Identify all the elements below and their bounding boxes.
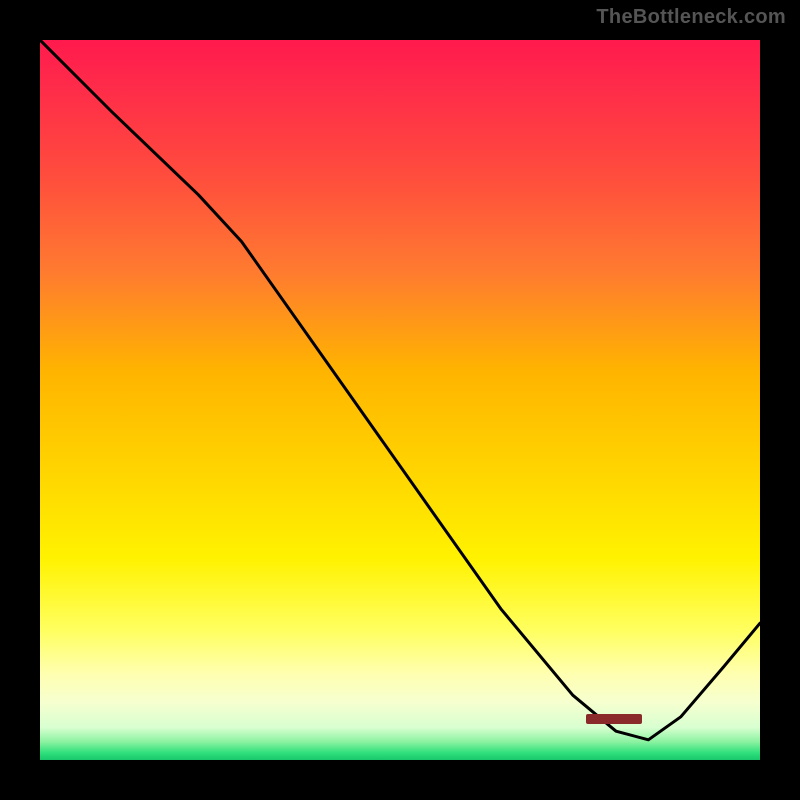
plot-area [40, 40, 760, 760]
minimum-marker [586, 714, 642, 724]
chart-container: TheBottleneck.com [0, 0, 800, 800]
plot-svg [40, 40, 760, 760]
watermark-text: TheBottleneck.com [596, 6, 786, 29]
